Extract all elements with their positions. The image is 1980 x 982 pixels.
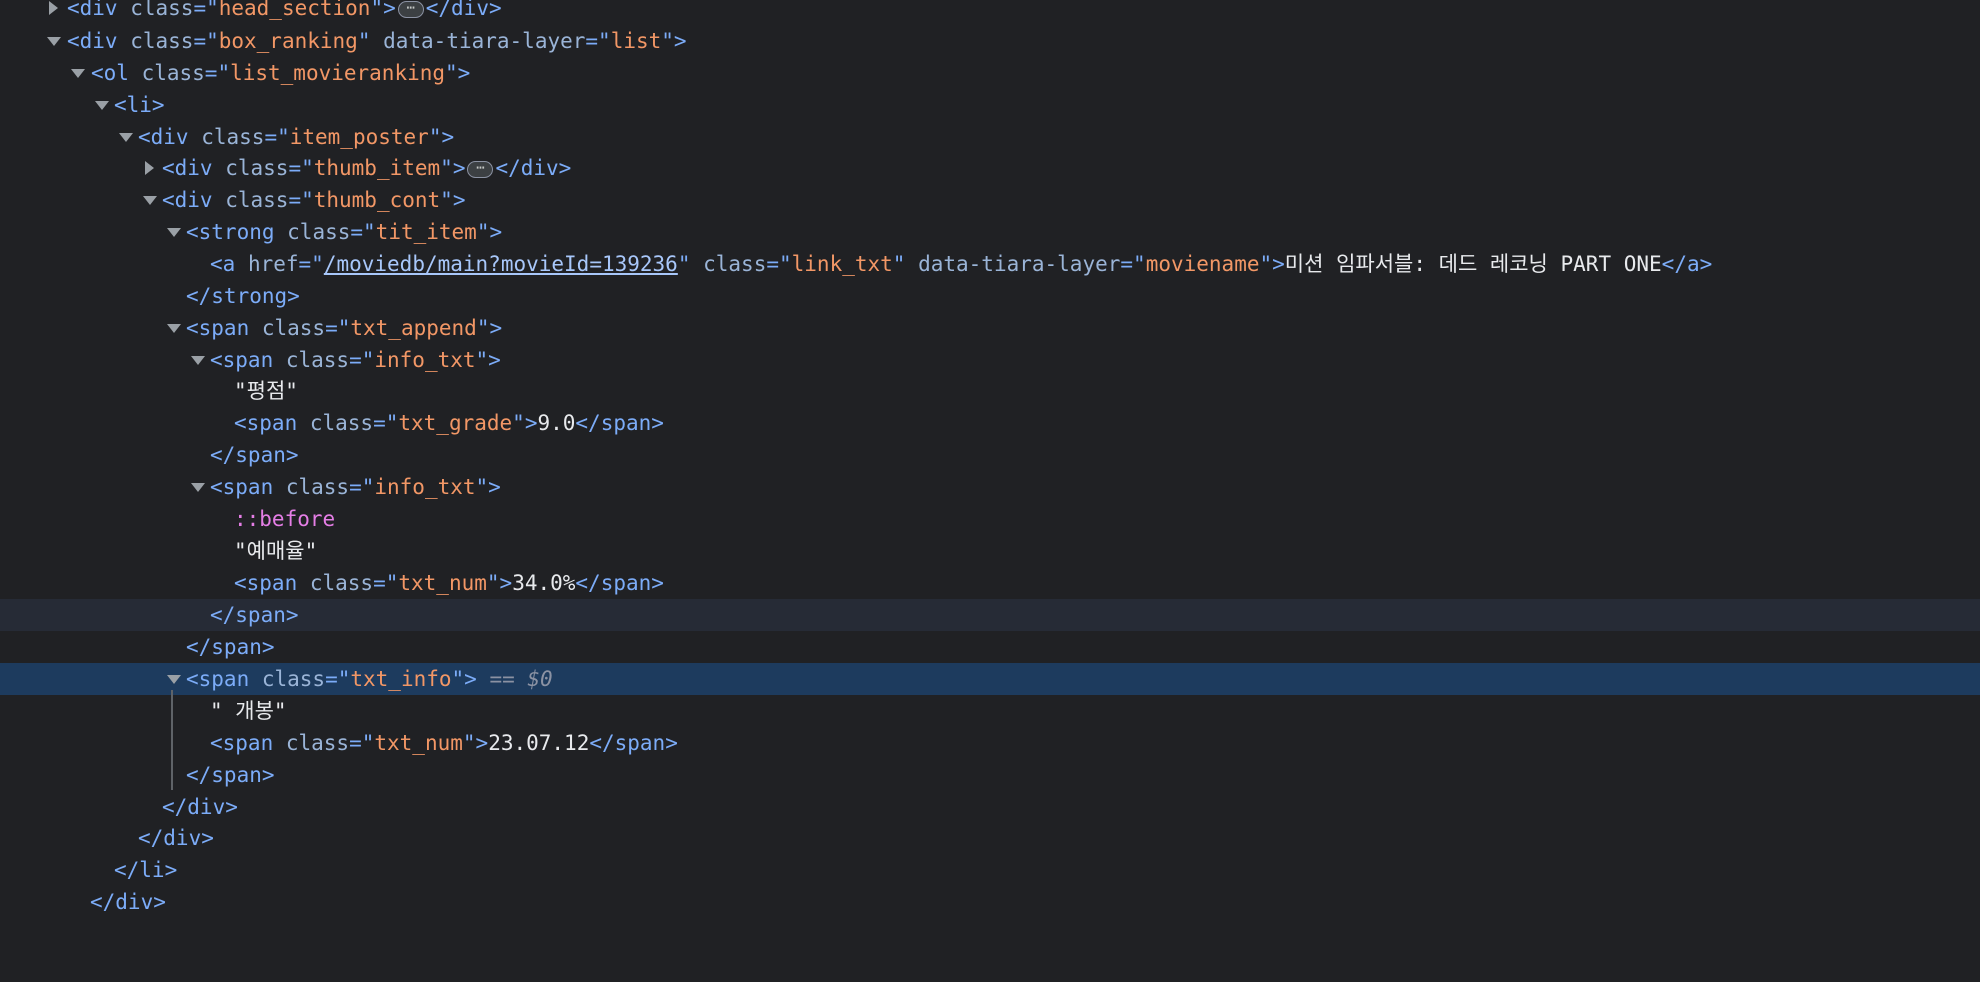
- dom-node-thumb-item[interactable]: <div class="thumb_item"> ⋯ </div>: [0, 152, 1980, 184]
- collapse-arrow-icon[interactable]: [118, 121, 134, 153]
- dom-node-tit-item[interactable]: <strong class="tit_item">: [0, 216, 1980, 248]
- collapse-arrow-icon[interactable]: [166, 216, 182, 248]
- dom-node-close-strong[interactable]: </strong>: [0, 280, 1980, 312]
- expand-arrow-icon[interactable]: [142, 152, 158, 184]
- dom-node-li[interactable]: <li>: [0, 89, 1980, 121]
- dom-text-node-rating-label[interactable]: "평점": [0, 375, 1980, 407]
- collapse-arrow-icon[interactable]: [94, 89, 110, 121]
- collapse-arrow-icon[interactable]: [166, 663, 182, 695]
- dom-tree-panel: <div class="head_section"> ⋯ </div> <div c…: [0, 0, 1980, 914]
- dom-node-txt-num[interactable]: <span class="txt_num">23.07.12</span>: [0, 727, 1980, 759]
- collapse-arrow-icon[interactable]: [166, 312, 182, 344]
- dom-node-txt-num[interactable]: <span class="txt_num">34.0%</span>: [0, 567, 1980, 599]
- dom-node-close-span[interactable]: </span>: [0, 759, 1980, 791]
- dom-node-close-span[interactable]: </span>: [0, 631, 1980, 663]
- collapse-arrow-icon[interactable]: [70, 57, 86, 89]
- dom-node-partial[interactable]: </div>: [0, 886, 1980, 918]
- dom-node-list-movieranking[interactable]: <ol class="list_movieranking">: [0, 57, 1980, 89]
- collapse-arrow-icon[interactable]: [190, 471, 206, 503]
- collapse-arrow-icon[interactable]: [142, 184, 158, 216]
- movie-title-text: 미션 임파서블: 데드 레코닝 PART ONE: [1284, 252, 1662, 276]
- dom-node-head-section[interactable]: <div class="head_section"> ⋯ </div>: [0, 0, 1980, 24]
- dom-node-close-span-hovered[interactable]: </span>: [0, 599, 1980, 631]
- dom-text-node-booking-rate-label[interactable]: "예매율": [0, 535, 1980, 567]
- dom-node-close-li[interactable]: </li>: [0, 854, 1980, 886]
- dom-node-item-poster[interactable]: <div class="item_poster">: [0, 121, 1980, 153]
- dom-node-txt-append[interactable]: <span class="txt_append">: [0, 312, 1980, 344]
- movie-href-link[interactable]: /moviedb/main?movieId=139236: [324, 252, 678, 276]
- dom-node-info-txt[interactable]: <span class="info_txt">: [0, 344, 1980, 376]
- dom-node-txt-grade[interactable]: <span class="txt_grade">9.0</span>: [0, 407, 1980, 439]
- selected-node-reference: == $0: [476, 667, 553, 691]
- collapse-arrow-icon[interactable]: [46, 25, 62, 57]
- dom-node-box-ranking[interactable]: <div class="box_ranking" data-tiara-laye…: [0, 25, 1980, 57]
- dom-node-info-txt[interactable]: <span class="info_txt">: [0, 471, 1980, 503]
- dom-node-close-div[interactable]: </div>: [0, 822, 1980, 854]
- collapsed-content-ellipsis[interactable]: ⋯: [397, 0, 424, 18]
- dom-node-thumb-cont[interactable]: <div class="thumb_cont">: [0, 184, 1980, 216]
- collapsed-content-ellipsis[interactable]: ⋯: [467, 160, 494, 178]
- dom-pseudo-before[interactable]: ::before: [0, 503, 1980, 535]
- dom-node-link-txt[interactable]: <a href="/moviedb/main?movieId=139236" c…: [0, 248, 1980, 280]
- expand-arrow-icon[interactable]: [46, 0, 62, 24]
- collapse-arrow-icon[interactable]: [190, 344, 206, 376]
- dom-node-close-div[interactable]: </div>: [0, 791, 1980, 823]
- dom-node-txt-info-selected[interactable]: <span class="txt_info"> == $0: [0, 663, 1980, 695]
- dom-node-close-span[interactable]: </span>: [0, 439, 1980, 471]
- dom-text-node-release-label[interactable]: " 개봉": [0, 695, 1980, 727]
